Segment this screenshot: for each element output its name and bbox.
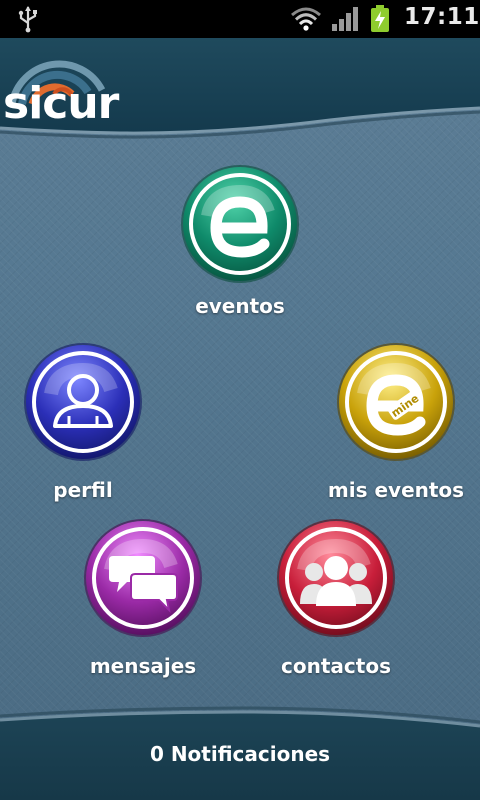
battery-charging-icon <box>371 5 389 32</box>
perfil-label: perfil <box>53 478 113 502</box>
notifications-count[interactable]: 0 Notificaciones <box>0 742 480 766</box>
perfil-button[interactable]: perfil <box>13 340 153 502</box>
signal-icon <box>332 7 358 31</box>
mensajes-label: mensajes <box>89 654 197 678</box>
usb-icon <box>18 6 37 33</box>
app-logo: sicur <box>3 78 119 129</box>
app-screen: sicur eventos perfil mine mis eventos me… <box>0 38 480 800</box>
mine-e-icon: mine <box>337 343 455 461</box>
wifi-icon <box>291 7 321 31</box>
mis-eventos-label: mis eventos <box>327 478 465 502</box>
eventos-button[interactable]: eventos <box>170 162 310 318</box>
contactos-button[interactable]: contactos <box>266 516 406 678</box>
clock-time: 17:11 <box>404 4 480 30</box>
contactos-label: contactos <box>281 654 391 678</box>
eventos-label: eventos <box>195 294 285 318</box>
mis-eventos-button[interactable]: mine mis eventos <box>326 340 466 502</box>
event-e-icon <box>181 165 299 283</box>
group-icon <box>277 519 395 637</box>
chat-bubbles-icon <box>84 519 202 637</box>
status-bar: 17:11 <box>0 0 480 38</box>
user-profile-icon <box>24 343 142 461</box>
mensajes-button[interactable]: mensajes <box>73 516 213 678</box>
